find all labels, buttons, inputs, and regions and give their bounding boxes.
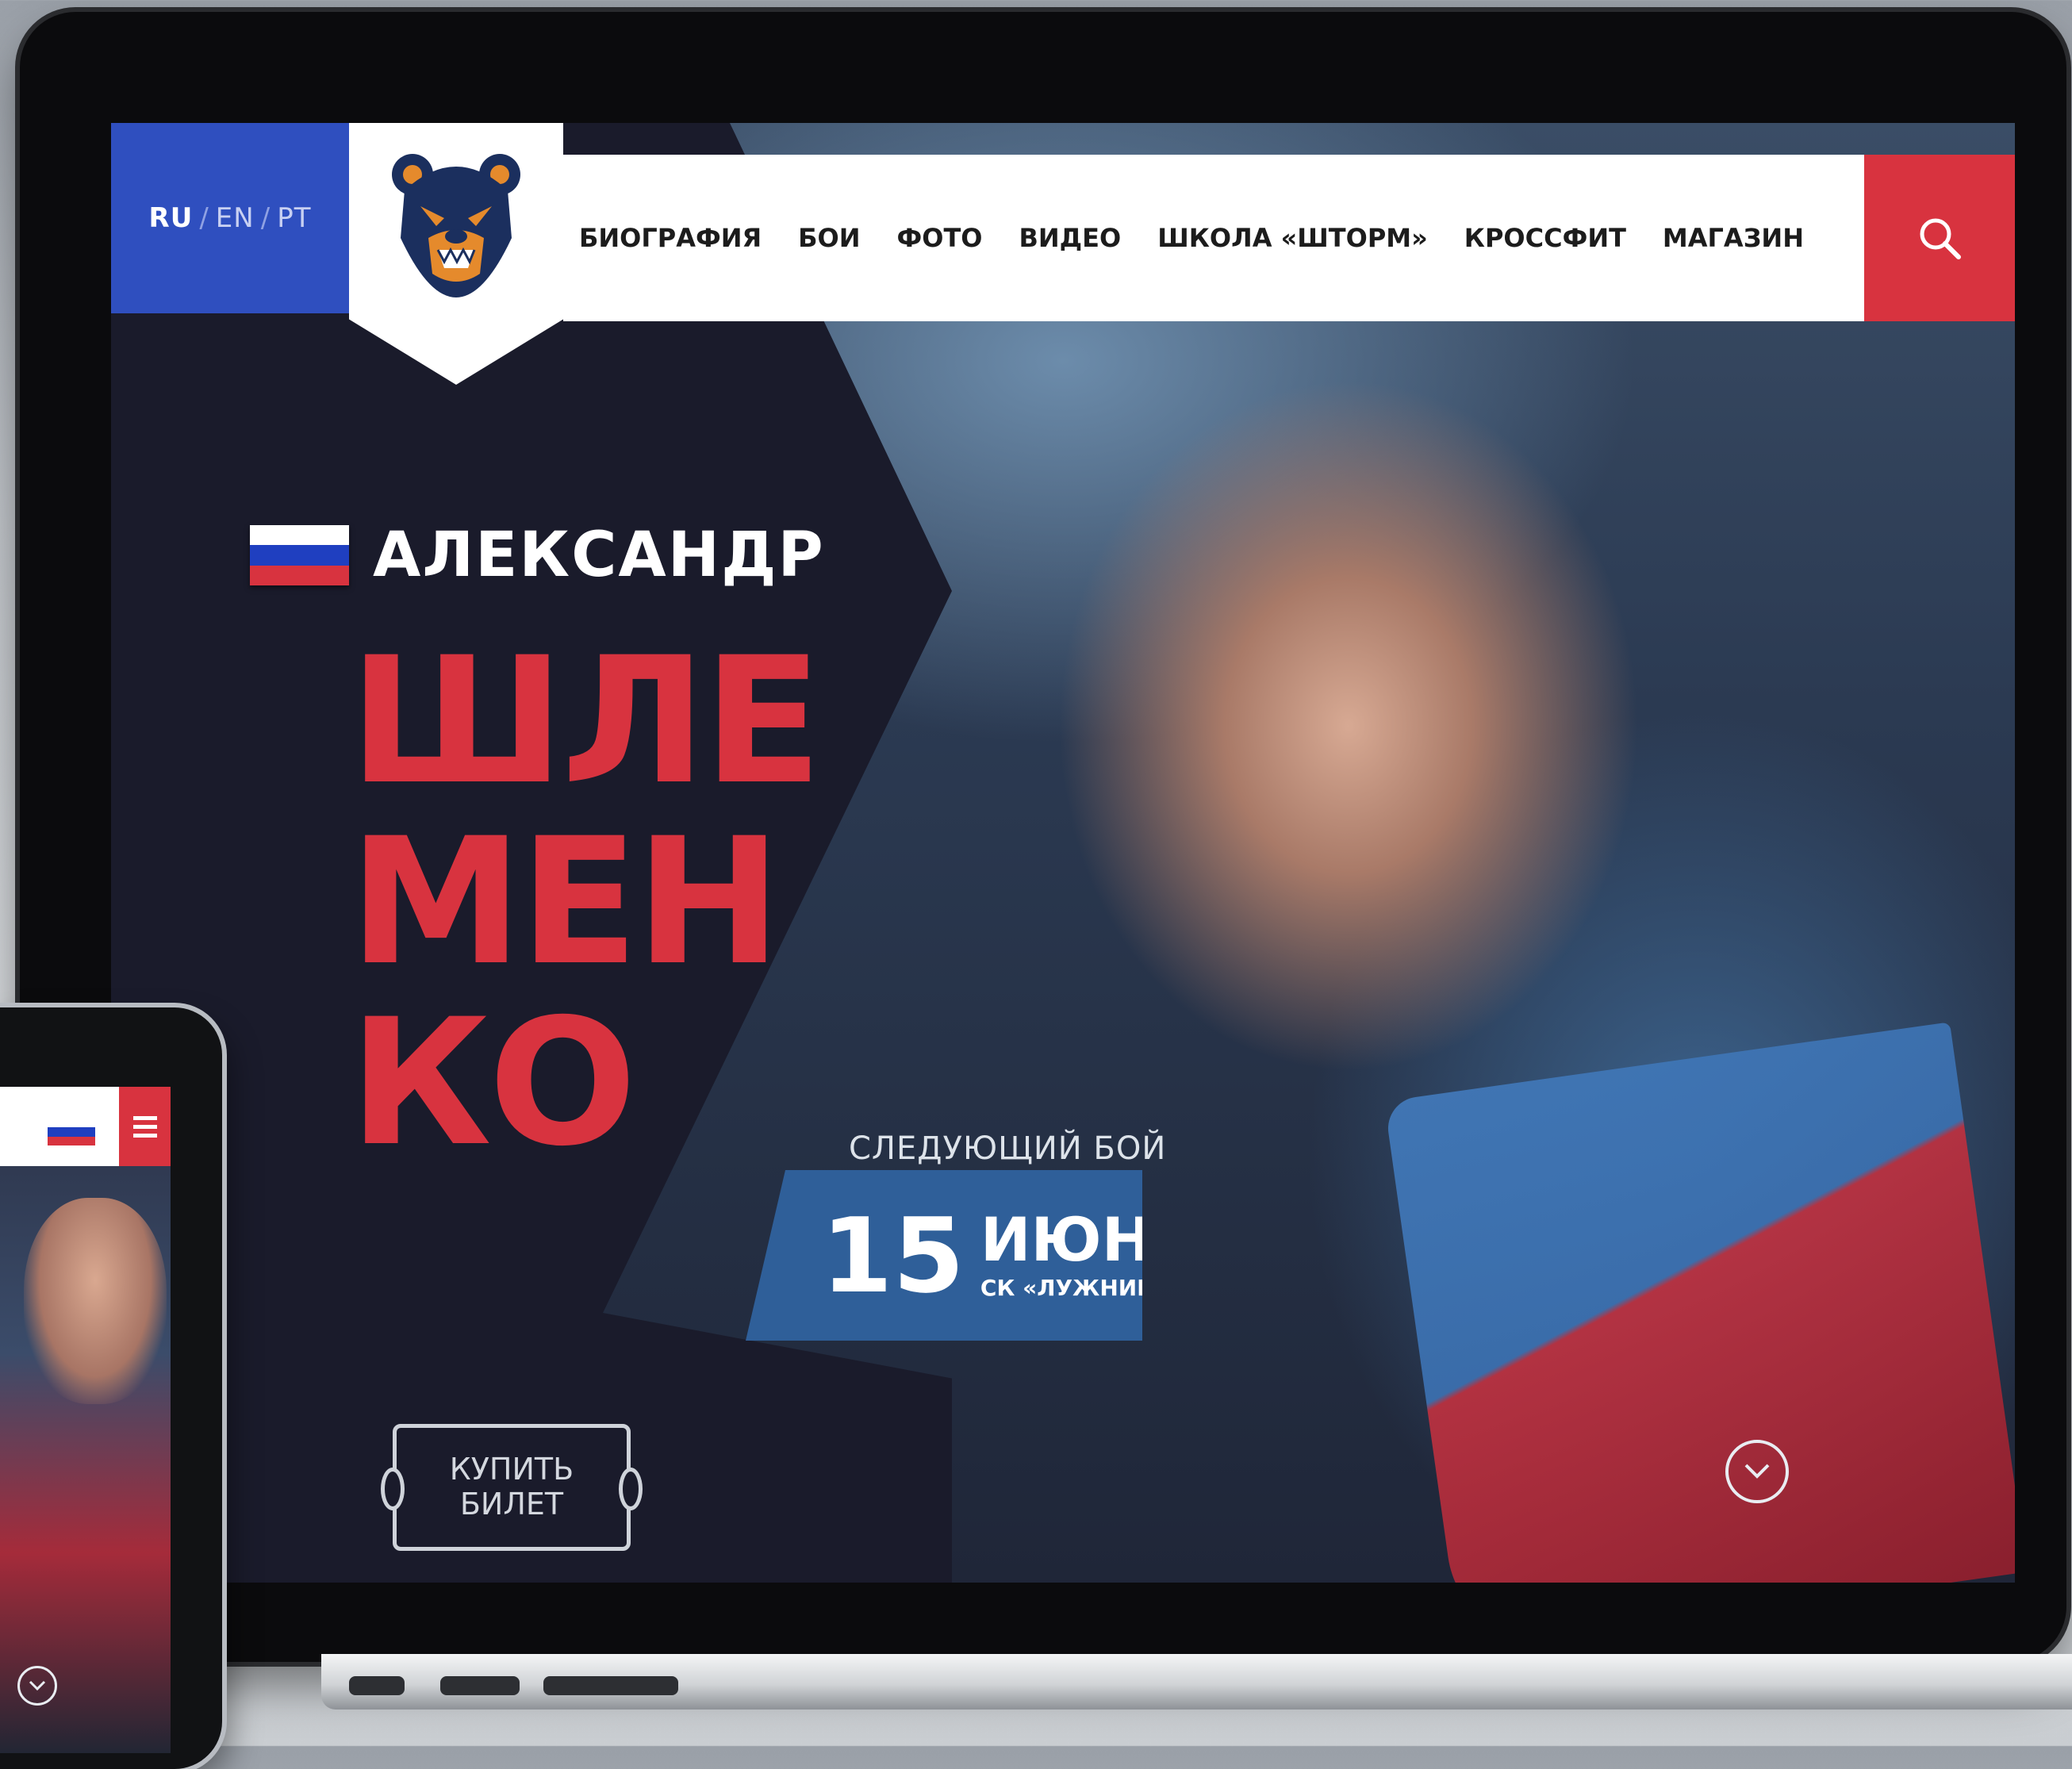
chevron-down-circle-icon [29, 1680, 46, 1691]
hamburger-icon [132, 1133, 157, 1138]
fighter-last-name: ШЛЕ МЕН КО [349, 631, 825, 1173]
hamburger-icon [132, 1124, 157, 1129]
ticket-notch [381, 1468, 405, 1510]
nav-fights[interactable]: БОИ [798, 223, 860, 253]
hdmi-port [440, 1676, 520, 1695]
lang-ru[interactable]: RU [149, 202, 194, 234]
hamburger-icon [132, 1115, 157, 1120]
fighter-first-name: АЛЕКСАНДР [373, 520, 825, 591]
last-name-line: ШЛЕ [349, 620, 823, 823]
scroll-down-button[interactable] [1725, 1440, 1789, 1503]
last-name-line: КО [349, 981, 637, 1184]
phone-hero-photo [24, 1198, 167, 1404]
nav-video[interactable]: ВИДЕО [1019, 223, 1121, 253]
ticket-label-line2: БИЛЕТ [459, 1487, 564, 1521]
next-fight-date-card[interactable]: 15 ИЮНЯ СК «ЛУЖНИКИ» [746, 1170, 1142, 1341]
card-slot [543, 1676, 678, 1695]
ticket-label-line1: КУПИТЬ [449, 1452, 574, 1487]
next-fight-label: СЛЕДУЮЩИЙ БОЙ [849, 1130, 1167, 1167]
chevron-down-circle-icon [1744, 1464, 1770, 1479]
lang-separator: / [199, 202, 209, 234]
usb-port [349, 1676, 405, 1695]
lang-pt[interactable]: PT [277, 202, 311, 234]
last-name-line: МЕН [349, 800, 781, 1003]
lang-separator: / [260, 202, 271, 234]
fighter-first-name-row: АЛЕКСАНДР [250, 520, 825, 591]
nav-shop[interactable]: МАГАЗИН [1663, 223, 1804, 253]
nav-biography[interactable]: БИОГРАФИЯ [579, 223, 762, 253]
russia-flag-icon [48, 1119, 95, 1145]
flag-cape-photo [1383, 1022, 2015, 1583]
search-icon [1920, 218, 1961, 259]
phone-screen [0, 1087, 171, 1753]
nav-photo[interactable]: ФОТО [897, 223, 983, 253]
main-nav: БИОГРАФИЯ БОИ ФОТО ВИДЕО ШКОЛА «ШТОРМ» К… [563, 155, 1936, 321]
buy-ticket-button[interactable]: КУПИТЬ БИЛЕТ [381, 1424, 643, 1551]
phone-scroll-down-button[interactable] [17, 1666, 57, 1706]
bear-logo-icon [392, 154, 520, 297]
phone-mockup [0, 1007, 222, 1769]
nav-crossfit[interactable]: КРОССФИТ [1464, 223, 1626, 253]
ticket-notch [619, 1468, 643, 1510]
lang-en[interactable]: EN [216, 202, 255, 234]
russia-flag-icon [250, 525, 349, 585]
fight-day: 15 [821, 1195, 965, 1316]
search-button[interactable] [1864, 155, 2015, 321]
nav-school-storm[interactable]: ШКОЛА «ШТОРМ» [1157, 223, 1428, 253]
website-screen: RU / EN / PT БИОГРАФИЯ БОИ ФОТО ВИДЕО ШК… [111, 123, 2015, 1583]
language-switcher: RU / EN / PT [111, 123, 349, 313]
hamburger-menu-button[interactable] [119, 1087, 171, 1166]
laptop-mockup: RU / EN / PT БИОГРАФИЯ БОИ ФОТО ВИДЕО ШК… [20, 12, 2072, 1710]
